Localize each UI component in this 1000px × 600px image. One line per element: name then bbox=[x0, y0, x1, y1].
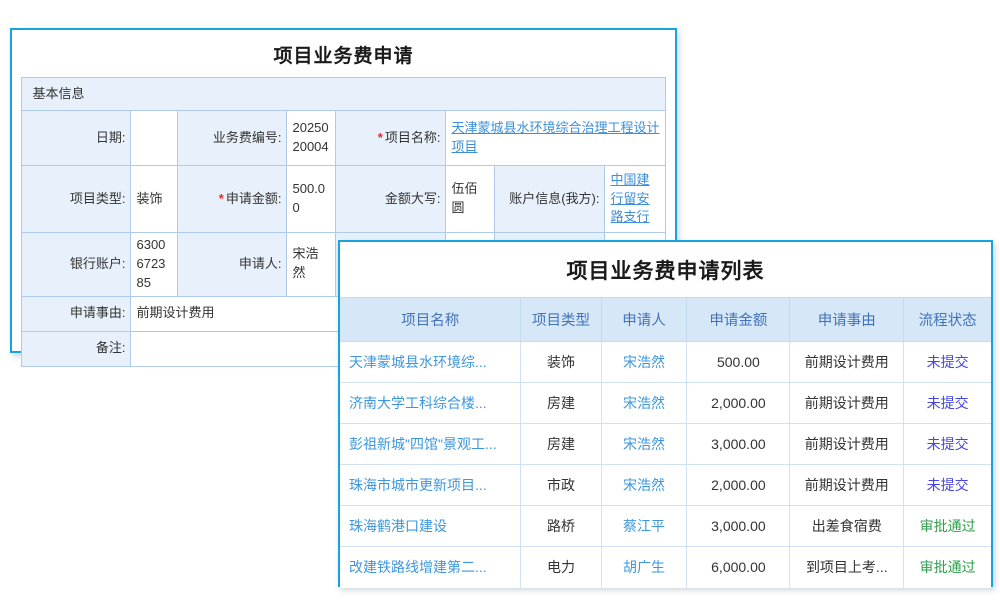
cell-name[interactable]: 天津蒙城县水环境综... bbox=[340, 342, 521, 383]
bank-account-label: 银行账户: bbox=[22, 233, 131, 297]
cell-applicant[interactable]: 宋浩然 bbox=[601, 342, 687, 383]
cell-name[interactable]: 改建铁路线增建第二... bbox=[340, 547, 521, 588]
amount-caps-label: 金额大写: bbox=[336, 166, 446, 233]
cell-applicant[interactable]: 宋浩然 bbox=[601, 424, 687, 465]
cell-applicant[interactable]: 胡广生 bbox=[601, 547, 687, 588]
list-header-row: 项目名称项目类型申请人申请金额申请事由流程状态 bbox=[340, 298, 991, 342]
cell-status[interactable]: 审批通过 bbox=[904, 547, 991, 588]
cell-name[interactable]: 彭祖新城"四馆"景观工... bbox=[340, 424, 521, 465]
remark-label: 备注: bbox=[22, 331, 131, 366]
column-header-2: 申请人 bbox=[601, 298, 687, 342]
required-asterisk: * bbox=[219, 191, 224, 206]
account-info-label: 账户信息(我方): bbox=[495, 166, 605, 233]
table-row: 珠海市城市更新项目...市政宋浩然2,000.00前期设计费用未提交 bbox=[340, 465, 991, 506]
applicant-value: 宋浩然 bbox=[287, 233, 336, 297]
date-label: 日期: bbox=[22, 111, 131, 166]
amount-caps-value: 伍佰圆 bbox=[446, 166, 495, 233]
date-value[interactable] bbox=[131, 111, 178, 166]
cell-name[interactable]: 珠海鹤港口建设 bbox=[340, 506, 521, 547]
table-row: 珠海鹤港口建设路桥蔡江平3,000.00出差食宿费审批通过 bbox=[340, 506, 991, 547]
cell-reason: 出差食宿费 bbox=[790, 506, 904, 547]
project-type-value: 装饰 bbox=[131, 166, 178, 233]
cell-type: 装饰 bbox=[521, 342, 601, 383]
column-header-4: 申请事由 bbox=[790, 298, 904, 342]
cell-amount: 500.00 bbox=[687, 342, 790, 383]
cell-type: 电力 bbox=[521, 547, 601, 588]
cell-reason: 前期设计费用 bbox=[790, 465, 904, 506]
applicant-label: 申请人: bbox=[178, 233, 287, 297]
list-table-body: 天津蒙城县水环境综...装饰宋浩然500.00前期设计费用未提交济南大学工科综合… bbox=[340, 342, 991, 588]
required-asterisk: * bbox=[378, 130, 383, 145]
column-header-1: 项目类型 bbox=[521, 298, 601, 342]
cell-type: 房建 bbox=[521, 383, 601, 424]
list-table: 项目名称项目类型申请人申请金额申请事由流程状态 天津蒙城县水环境综...装饰宋浩… bbox=[340, 297, 991, 588]
project-type-label: 项目类型: bbox=[22, 166, 131, 233]
column-header-0: 项目名称 bbox=[340, 298, 521, 342]
application-list-panel: 项目业务费申请列表 项目名称项目类型申请人申请金额申请事由流程状态 天津蒙城县水… bbox=[338, 240, 993, 587]
cell-type: 路桥 bbox=[521, 506, 601, 547]
fee-no-label: 业务费编号: bbox=[178, 111, 287, 166]
cell-name[interactable]: 珠海市城市更新项目... bbox=[340, 465, 521, 506]
table-row: 彭祖新城"四馆"景观工...房建宋浩然3,000.00前期设计费用未提交 bbox=[340, 424, 991, 465]
cell-amount: 3,000.00 bbox=[687, 506, 790, 547]
table-row: 济南大学工科综合楼...房建宋浩然2,000.00前期设计费用未提交 bbox=[340, 383, 991, 424]
cell-status[interactable]: 未提交 bbox=[904, 465, 991, 506]
table-row: 改建铁路线增建第二...电力胡广生6,000.00到项目上考...审批通过 bbox=[340, 547, 991, 588]
cell-applicant[interactable]: 宋浩然 bbox=[601, 465, 687, 506]
amount-value[interactable]: 500.00 bbox=[287, 166, 336, 233]
table-row: 天津蒙城县水环境综...装饰宋浩然500.00前期设计费用未提交 bbox=[340, 342, 991, 383]
cell-name[interactable]: 济南大学工科综合楼... bbox=[340, 383, 521, 424]
cell-type: 房建 bbox=[521, 424, 601, 465]
cell-applicant[interactable]: 宋浩然 bbox=[601, 383, 687, 424]
column-header-5: 流程状态 bbox=[904, 298, 991, 342]
cell-status[interactable]: 未提交 bbox=[904, 424, 991, 465]
cell-status[interactable]: 审批通过 bbox=[904, 506, 991, 547]
project-name-label: *项目名称: bbox=[336, 111, 446, 166]
amount-label: *申请金额: bbox=[178, 166, 287, 233]
cell-amount: 2,000.00 bbox=[687, 383, 790, 424]
reason-label: 申请事由: bbox=[22, 296, 131, 331]
cell-status[interactable]: 未提交 bbox=[904, 383, 991, 424]
bank-account-value: 6300672385 bbox=[131, 233, 178, 297]
cell-reason: 到项目上考... bbox=[790, 547, 904, 588]
cell-reason: 前期设计费用 bbox=[790, 424, 904, 465]
section-header-basic-info: 基本信息 bbox=[22, 78, 665, 111]
column-header-3: 申请金额 bbox=[687, 298, 790, 342]
project-name-link[interactable]: 天津蒙城县水环境综合治理工程设计项目 bbox=[451, 120, 659, 154]
cell-reason: 前期设计费用 bbox=[790, 342, 904, 383]
cell-reason: 前期设计费用 bbox=[790, 383, 904, 424]
cell-applicant[interactable]: 蔡江平 bbox=[601, 506, 687, 547]
cell-type: 市政 bbox=[521, 465, 601, 506]
form-title: 项目业务费申请 bbox=[12, 30, 675, 77]
fee-no-value: 2025020004 bbox=[287, 111, 336, 166]
list-title: 项目业务费申请列表 bbox=[340, 242, 991, 297]
cell-status[interactable]: 未提交 bbox=[904, 342, 991, 383]
account-info-link[interactable]: 中国建行留安路支行 bbox=[610, 172, 649, 225]
cell-amount: 3,000.00 bbox=[687, 424, 790, 465]
cell-amount: 6,000.00 bbox=[687, 547, 790, 588]
cell-amount: 2,000.00 bbox=[687, 465, 790, 506]
